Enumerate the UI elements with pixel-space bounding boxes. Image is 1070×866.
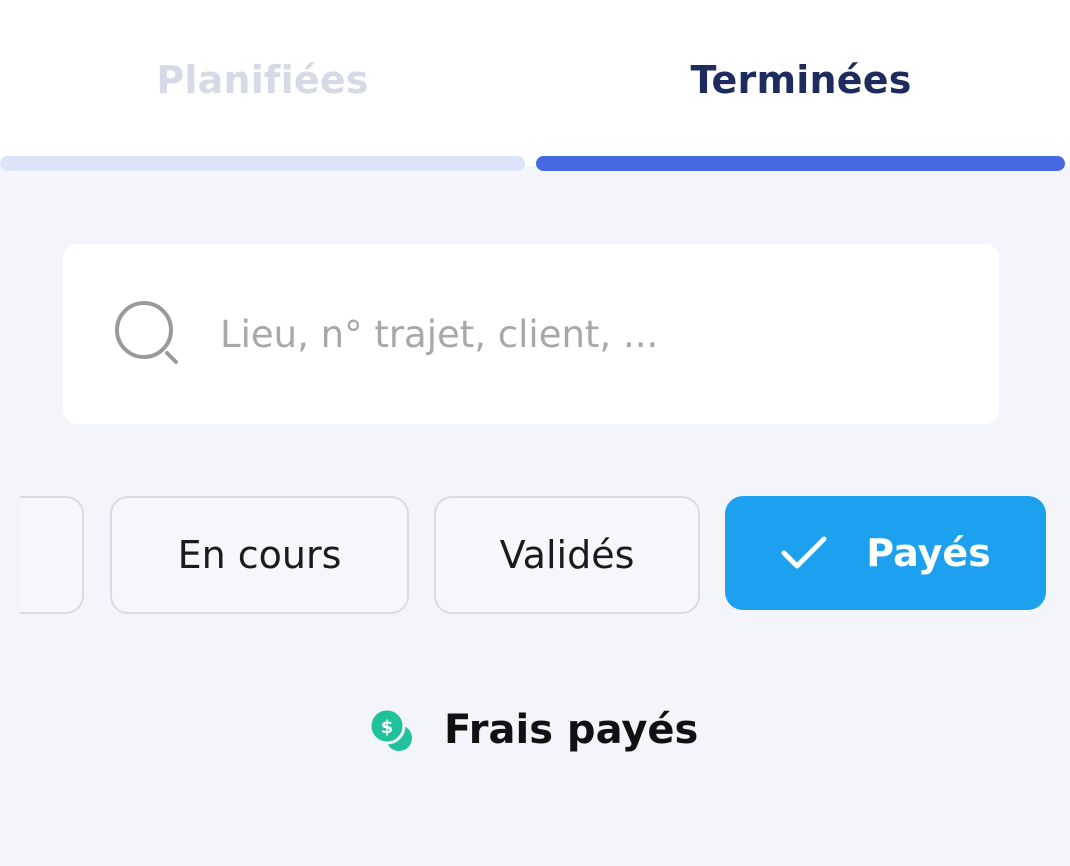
tab-terminees[interactable]: Terminées	[536, 0, 1066, 171]
svg-text:$: $	[381, 717, 394, 738]
tab-terminees-underline	[536, 156, 1065, 171]
tab-planifiees-label: Planifiées	[156, 58, 369, 102]
filter-chip-en-cours[interactable]: En cours	[110, 496, 409, 614]
money-coin-icon: $	[368, 707, 412, 751]
filter-chip-partial[interactable]	[20, 496, 84, 614]
filter-chip-valides-label: Validés	[499, 533, 635, 577]
filter-chip-payes[interactable]: Payés	[725, 496, 1046, 610]
legend: $ Frais payés	[366, 700, 698, 760]
filter-chip-valides[interactable]: Validés	[434, 496, 700, 614]
search-input[interactable]	[220, 306, 960, 362]
tab-bar: Planifiées Terminées	[0, 0, 1070, 171]
check-icon	[780, 533, 828, 573]
filter-chip-payes-label: Payés	[866, 531, 991, 575]
tab-planifiees[interactable]: Planifiées	[0, 0, 525, 171]
tab-terminees-label: Terminées	[690, 58, 912, 102]
search-icon	[115, 301, 178, 364]
legend-label: Frais payés	[444, 707, 699, 753]
tab-planifiees-underline	[0, 156, 525, 171]
filter-chip-en-cours-label: En cours	[177, 533, 342, 577]
